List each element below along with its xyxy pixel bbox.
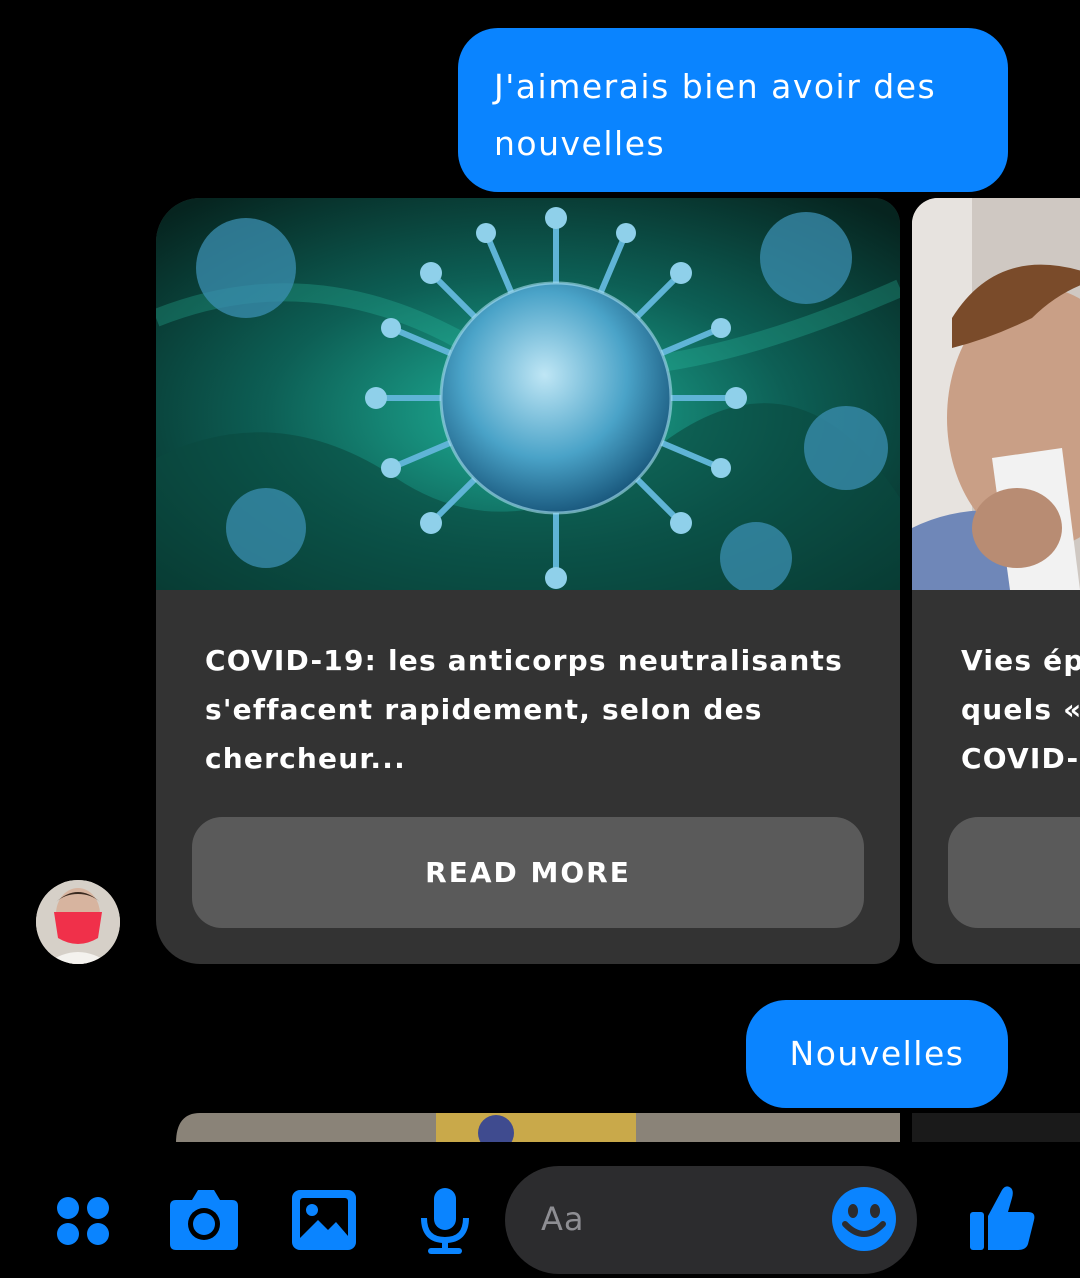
camera-icon[interactable]	[168, 1186, 238, 1256]
emoji-icon[interactable]	[831, 1186, 897, 1252]
sent-message-bubble[interactable]: J'aimerais bien avoir des nouvelles	[458, 28, 1008, 192]
sent-message-bubble[interactable]: Nouvelles	[746, 1000, 1008, 1108]
article-title: Vies ép quels « COVID-	[961, 644, 1080, 775]
apps-icon[interactable]	[50, 1186, 120, 1256]
message-text: J'aimerais bien avoir des nouvelles	[494, 67, 937, 163]
read-more-button[interactable]	[948, 817, 1080, 928]
article-image	[912, 198, 1080, 590]
next-carousel-peek	[156, 1113, 1080, 1143]
news-card[interactable]: COVID-19: les anticorps neutralisants s'…	[156, 198, 900, 964]
message-text: Nouvelles	[789, 1034, 965, 1073]
news-card[interactable]: Vies ép quels « COVID-	[912, 198, 1080, 964]
thumbs-up-icon[interactable]	[966, 1182, 1038, 1254]
message-input[interactable]: Aa	[505, 1166, 917, 1274]
article-title: COVID-19: les anticorps neutralisants s'…	[205, 644, 843, 775]
microphone-icon[interactable]	[410, 1186, 480, 1256]
news-carousel[interactable]: COVID-19: les anticorps neutralisants s'…	[156, 198, 1080, 964]
article-image	[156, 198, 900, 590]
gallery-icon[interactable]	[290, 1186, 360, 1256]
read-more-button[interactable]: READ MORE	[192, 817, 864, 928]
avatar[interactable]	[36, 880, 120, 964]
message-input-placeholder: Aa	[541, 1200, 585, 1238]
